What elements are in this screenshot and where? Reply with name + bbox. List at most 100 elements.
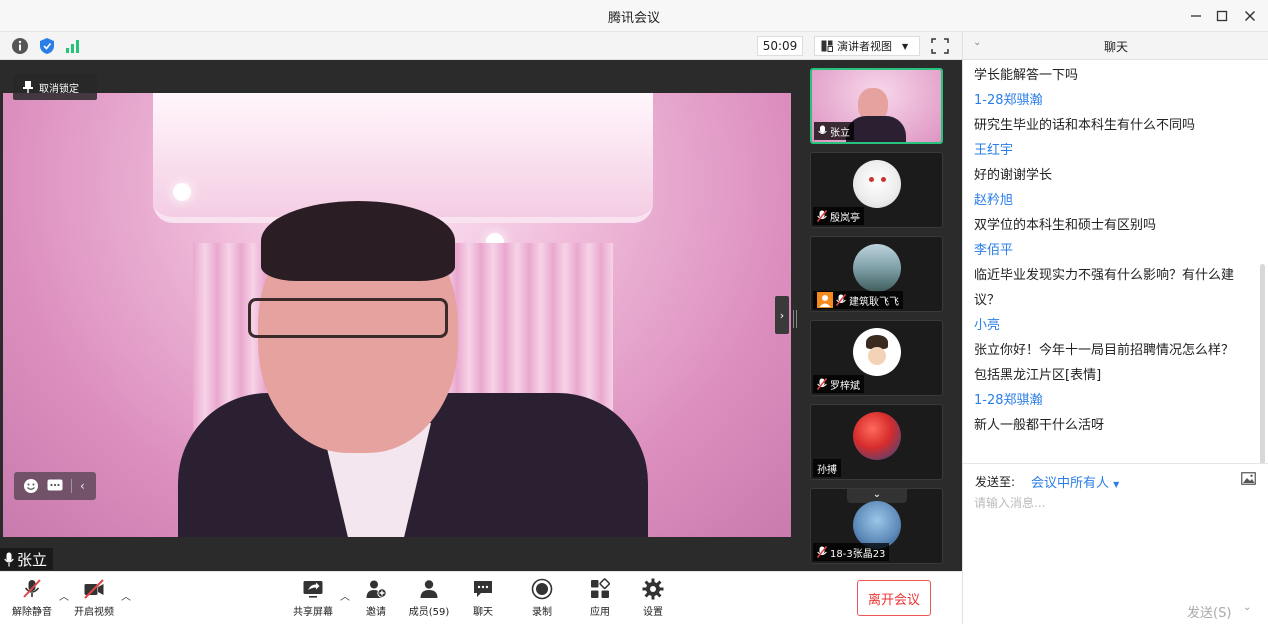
chat-icon: [474, 581, 492, 597]
chat-message-text: 好的谢谢学长: [974, 168, 1053, 183]
apps-button[interactable]: 应用: [574, 578, 626, 620]
chevron-down-icon: ▼: [902, 41, 909, 51]
chat-panel: ⌄ 聊天 学长能解答一下吗 1-28郑骐瀚 研究生毕业的话和本科生有什么不同吗 王红宇…: [962, 32, 1268, 624]
panel-splitter-handle[interactable]: [793, 310, 797, 328]
microphone-muted-icon: [817, 210, 827, 222]
start-video-button[interactable]: 开启视频: [68, 578, 120, 620]
participant-name-tag: 殷岚亭: [813, 207, 864, 225]
close-icon: [1245, 11, 1255, 21]
chat-message-text: 学长能解答一下吗: [974, 68, 1079, 83]
danmaku-icon[interactable]: [47, 479, 63, 493]
speaker-name: 张立: [17, 550, 48, 569]
meeting-top-bar: 50:09 演讲者视图 ▼: [0, 32, 962, 60]
meeting-timer: 50:09: [757, 36, 803, 56]
chat-sender-name: 赵矜旭: [974, 193, 1014, 208]
view-mode-select[interactable]: 演讲者视图 ▼: [814, 36, 920, 56]
add-user-icon: [366, 580, 387, 598]
video-options-caret-icon[interactable]: ︿: [121, 588, 131, 603]
close-button[interactable]: [1238, 4, 1262, 28]
chat-message-text: 包括黑龙江片区[表情]: [974, 368, 1102, 383]
chat-message-input[interactable]: [974, 494, 1258, 584]
share-screen-button[interactable]: 共享屏幕: [287, 578, 339, 620]
microphone-icon: [4, 552, 14, 566]
chat-message-text: 双学位的本科生和硕士有区别吗: [974, 218, 1157, 233]
settings-button[interactable]: 设置: [627, 578, 679, 620]
security-shield-icon[interactable]: [38, 37, 56, 55]
participant-name-tag: 18-3张晶23: [813, 543, 890, 561]
participant-thumbnail[interactable]: 孙搏: [810, 404, 943, 480]
participant-thumbnail[interactable]: ⌄ 18-3张晶23: [810, 488, 943, 564]
chevron-left-icon[interactable]: ‹: [71, 479, 85, 493]
emoji-icon[interactable]: [23, 478, 39, 494]
video-ceiling-light: [173, 183, 191, 201]
collapse-thumbnails-button[interactable]: ›: [775, 296, 789, 334]
view-mode-label: 演讲者视图: [837, 40, 892, 53]
chevron-down-icon: ⌄: [872, 489, 882, 500]
main-speaker-video[interactable]: [3, 93, 791, 537]
members-button[interactable]: 成员(59): [403, 578, 455, 620]
send-to-select[interactable]: 会议中所有人 ▼: [1031, 472, 1119, 491]
chat-compose-area: 发送至: 会议中所有人 ▼ 发送(S) ⌄: [963, 463, 1268, 624]
participant-avatar: [853, 412, 901, 460]
participant-thumbnail[interactable]: 殷岚亭: [810, 152, 943, 228]
chevron-right-icon: ›: [779, 308, 785, 322]
invite-label: 邀请: [366, 607, 386, 618]
participant-name-tag: 张立: [814, 122, 854, 140]
chat-message-text: 张立你好！今年十一局目前招聘情况怎么样？: [974, 343, 1235, 358]
invite-button[interactable]: 邀请: [350, 578, 402, 620]
record-icon: [531, 578, 553, 600]
chat-scrollbar[interactable]: [1260, 264, 1265, 464]
video-area: 取消锁定 ‹ 张立 › 张立 殷岚亭 建筑耿飞飞 罗梓斌 孙搏 ⌄ 18-3张晶…: [0, 60, 962, 571]
participant-name: 建筑耿飞飞: [849, 296, 899, 308]
send-to-target: 会议中所有人: [1031, 476, 1110, 491]
apps-grid-icon: [591, 578, 610, 598]
participant-name: 张立: [830, 127, 850, 139]
participant-thumbnail[interactable]: 建筑耿飞飞: [810, 236, 943, 312]
participant-avatar: [853, 244, 901, 292]
title-bar: 腾讯会议: [0, 0, 1268, 32]
microphone-muted-icon: [23, 579, 41, 598]
chat-sender-name: 王红宇: [974, 143, 1014, 158]
window-title: 腾讯会议: [607, 11, 660, 26]
image-icon[interactable]: [1241, 472, 1256, 485]
participant-thumbnail[interactable]: 罗梓斌: [810, 320, 943, 396]
send-options-chevron-icon[interactable]: ⌄: [1243, 602, 1251, 613]
pin-icon: [23, 81, 33, 93]
reaction-bar: ‹: [14, 472, 96, 500]
meeting-toolbar: 解除静音 ︿ 开启视频 ︿ 共享屏幕 ︿ 邀请 成员(59) 聊天 录制 应用 …: [0, 571, 962, 624]
participant-name: 罗梓斌: [830, 380, 860, 392]
camera-off-icon: [84, 579, 104, 599]
participant-avatar: [853, 501, 901, 549]
chat-message-list[interactable]: 学长能解答一下吗 1-28郑骐瀚 研究生毕业的话和本科生有什么不同吗 王红宇 好的谢谢学…: [963, 62, 1268, 462]
settings-label: 设置: [643, 607, 663, 618]
record-button[interactable]: 录制: [516, 578, 568, 620]
unpin-label: 取消锁定: [39, 83, 79, 95]
chat-message-text: 研究生毕业的话和本科生有什么不同吗: [974, 118, 1196, 133]
share-options-caret-icon[interactable]: ︿: [340, 588, 350, 603]
send-button[interactable]: 发送(S): [1187, 602, 1231, 621]
participant-thumbnail[interactable]: 张立: [810, 68, 943, 144]
host-user-icon: [817, 292, 833, 308]
unmute-label: 解除静音: [12, 607, 52, 618]
chat-message-text: 议？: [974, 293, 1001, 308]
unpin-button[interactable]: 取消锁定: [13, 74, 97, 100]
microphone-muted-icon: [817, 546, 827, 558]
maximize-icon: [1216, 10, 1228, 22]
unmute-button[interactable]: 解除静音: [6, 578, 58, 620]
microphone-icon: [818, 125, 827, 134]
microphone-muted-icon: [836, 294, 846, 306]
minimize-button[interactable]: [1184, 4, 1208, 28]
participant-name-tag: 孙搏: [813, 459, 841, 477]
maximize-button[interactable]: [1210, 4, 1234, 28]
chat-header: ⌄ 聊天: [963, 32, 1268, 60]
signal-strength-icon[interactable]: [64, 37, 82, 55]
gear-icon: [642, 578, 664, 600]
chat-button[interactable]: 聊天: [457, 578, 509, 620]
participant-name-tag: 建筑耿飞飞: [813, 291, 903, 309]
chat-message-text: 新人一般都干什么活呀: [974, 418, 1105, 433]
info-icon[interactable]: [11, 37, 29, 55]
chat-sender-name: 李佰平: [974, 243, 1014, 258]
fullscreen-icon[interactable]: [930, 37, 950, 55]
leave-meeting-button[interactable]: 离开会议: [857, 580, 931, 616]
video-ceiling: [153, 93, 653, 223]
